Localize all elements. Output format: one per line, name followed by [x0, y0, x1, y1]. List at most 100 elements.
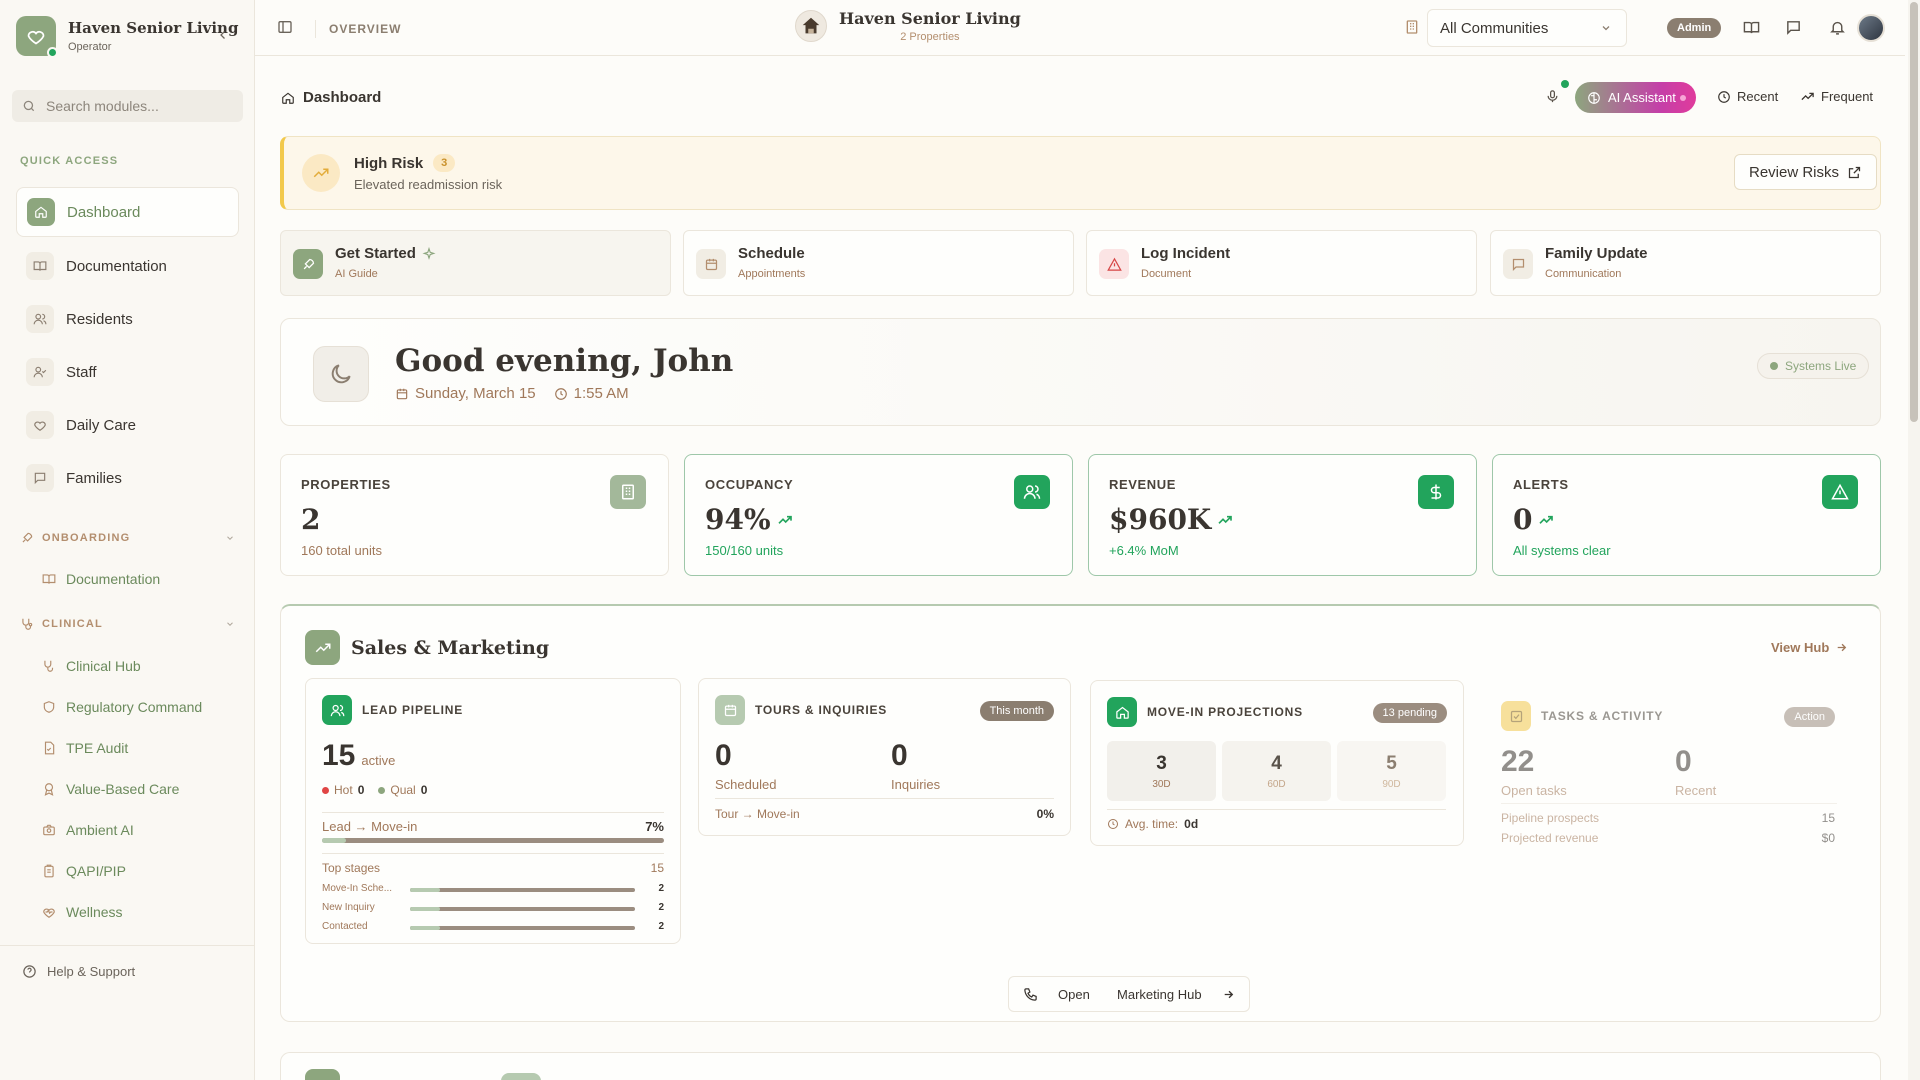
sidebar-item-daily-care[interactable]: Daily Care	[16, 400, 239, 450]
quick-action-title: Log Incident	[1141, 245, 1231, 262]
check-square-icon	[1501, 701, 1531, 731]
overview-label: OVERVIEW	[314, 20, 402, 38]
sidebar-item-onboarding-documentation[interactable]: Documentation	[42, 571, 160, 587]
sidebar-item-dashboard[interactable]: Dashboard	[16, 187, 239, 237]
breadcrumb[interactable]: Dashboard	[281, 89, 381, 106]
review-risks-button[interactable]: Review Risks	[1734, 154, 1878, 190]
sidebar-item-residents[interactable]: Residents	[16, 294, 239, 344]
ai-assistant-label: AI Assistant	[1608, 90, 1676, 105]
clipboard-icon	[44, 864, 54, 878]
divider	[1107, 809, 1446, 810]
brand-name: Haven Senior Living	[68, 19, 239, 37]
tours-scheduled-value: 0	[715, 739, 732, 772]
stage-row: New Inquiry 2	[322, 900, 664, 916]
brain-icon	[1588, 91, 1600, 104]
tasks-title: TASKS & ACTIVITY	[1541, 709, 1664, 723]
message-square-icon	[1787, 21, 1800, 35]
heart-icon	[26, 411, 54, 439]
frequent-label: Frequent	[1821, 89, 1874, 104]
move-in-cell-value: 4	[1271, 753, 1282, 774]
sidebar-item-tpe-audit[interactable]: TPE Audit	[42, 740, 128, 756]
ai-assistant-button[interactable]: AI Assistant	[1575, 82, 1696, 113]
stage-name: Contacted	[322, 921, 368, 932]
move-in-projections-card[interactable]: MOVE-IN PROJECTIONS 13 pending 3 30D 4 6…	[1090, 680, 1464, 846]
view-hub-link[interactable]: View Hub	[1771, 640, 1848, 655]
users-icon	[1014, 475, 1050, 509]
center-brand[interactable]: Haven Senior Living 2 Properties	[795, 9, 1021, 43]
clinical-section-toggle[interactable]: CLINICAL	[20, 617, 235, 631]
collapse-sidebar-button[interactable]	[214, 26, 232, 44]
sidebar-item-value-based-care[interactable]: Value-Based Care	[42, 781, 179, 797]
docs-button[interactable]	[1743, 19, 1760, 36]
sidebar-item-regulatory-command[interactable]: Regulatory Command	[42, 699, 202, 715]
scroll-thumb[interactable]	[1910, 2, 1918, 422]
sidebar-item-documentation[interactable]: Documentation	[16, 241, 239, 291]
stage-row: Move-In Sche... 2	[322, 881, 664, 897]
stage-bar-fill	[410, 888, 440, 892]
voice-input-button[interactable]	[1545, 80, 1569, 104]
recent-tasks-label: Recent	[1675, 783, 1717, 798]
moon-icon	[313, 346, 369, 402]
users-icon	[26, 305, 54, 333]
move-in-badge: 13 pending	[1372, 703, 1447, 723]
get-started-action[interactable]: Get Started AI Guide	[280, 230, 671, 296]
recent-button[interactable]: Recent	[1717, 89, 1778, 104]
sidebar-item-wellness[interactable]: Wellness	[42, 904, 123, 920]
conversion-value: 7%	[645, 819, 664, 834]
messages-button[interactable]	[1785, 19, 1802, 36]
tours-conversion-value: 0%	[1036, 807, 1054, 821]
tours-inquiries-card[interactable]: TOURS & INQUIRIES This month 0 Scheduled…	[698, 678, 1071, 836]
frequent-button[interactable]: Frequent	[1800, 89, 1873, 104]
user-avatar[interactable]	[1857, 14, 1885, 42]
greeting-meta: Sunday, March 15 1:55 AM	[395, 385, 647, 402]
tasks-activity-card[interactable]: TASKS & ACTIVITY Action 22 Open tasks 0 …	[1484, 684, 1852, 850]
stat-label: ALERTS	[1513, 477, 1569, 492]
family-update-action[interactable]: Family Update Communication	[1490, 230, 1881, 296]
bell-icon	[1830, 21, 1845, 35]
community-select[interactable]: All Communities	[1427, 9, 1627, 47]
systems-live-label: Systems Live	[1785, 359, 1857, 373]
onboarding-section-toggle[interactable]: ONBOARDING	[20, 531, 235, 545]
lead-pipeline-title: LEAD PIPELINE	[362, 703, 464, 717]
stat-card-alerts[interactable]: ALERTS 0 All systems clear	[1492, 454, 1881, 576]
quick-action-subtitle: Appointments	[738, 268, 806, 280]
sidebar-item-staff[interactable]: Staff	[16, 347, 239, 397]
stage-bar	[410, 926, 635, 930]
notifications-button[interactable]	[1829, 19, 1846, 36]
sidebar-item-ambient-ai[interactable]: Ambient AI	[42, 822, 134, 838]
trending-up-icon	[777, 515, 792, 524]
sidebar-item-clinical-hub[interactable]: Clinical Hub	[42, 658, 141, 674]
building-icon	[1404, 19, 1420, 35]
message-icon	[1503, 249, 1533, 279]
stat-value: 94%	[705, 503, 793, 536]
help-circle-icon	[23, 965, 36, 978]
stage-value: 2	[658, 883, 664, 894]
quick-action-subtitle: AI Guide	[335, 268, 378, 280]
move-in-cell-value: 3	[1156, 753, 1167, 774]
stat-card-properties[interactable]: PROPERTIES 2 160 total units	[280, 454, 669, 576]
stat-card-occupancy[interactable]: OCCUPANCY 94% 150/160 units	[684, 454, 1073, 576]
sidebar-item-families[interactable]: Families	[16, 453, 239, 503]
arrow-right-icon	[1224, 990, 1233, 998]
help-support-link[interactable]: Help & Support	[22, 964, 135, 979]
search-icon	[23, 100, 35, 112]
module-search[interactable]	[12, 90, 243, 122]
sidebar-toggle-button[interactable]	[277, 19, 293, 35]
camera-icon	[43, 824, 55, 836]
schedule-action[interactable]: Schedule Appointments	[683, 230, 1074, 296]
quick-action-subtitle: Document	[1141, 268, 1192, 280]
log-incident-action[interactable]: Log Incident Document	[1086, 230, 1477, 296]
live-dot	[1770, 362, 1778, 370]
lead-pipeline-card[interactable]: LEAD PIPELINE 15 active Hot 0 Qual 0 Lea…	[305, 678, 681, 944]
home-icon	[27, 198, 55, 226]
search-input[interactable]	[46, 98, 226, 114]
sidebar-item-label: Clinical Hub	[66, 658, 141, 674]
open-marketing-hub-button[interactable]: Open Marketing Hub	[1008, 976, 1250, 1012]
stat-card-revenue[interactable]: REVENUE $960K +6.4% MoM	[1088, 454, 1477, 576]
conversion-bar	[322, 838, 664, 843]
stethoscope-icon	[44, 660, 54, 672]
divider	[322, 853, 664, 854]
sidebar-item-qapi-pip[interactable]: QAPI/PIP	[42, 863, 126, 879]
page-scrollbar[interactable]	[1908, 0, 1920, 1080]
brand[interactable]: Haven Senior Living Operator	[16, 16, 239, 58]
